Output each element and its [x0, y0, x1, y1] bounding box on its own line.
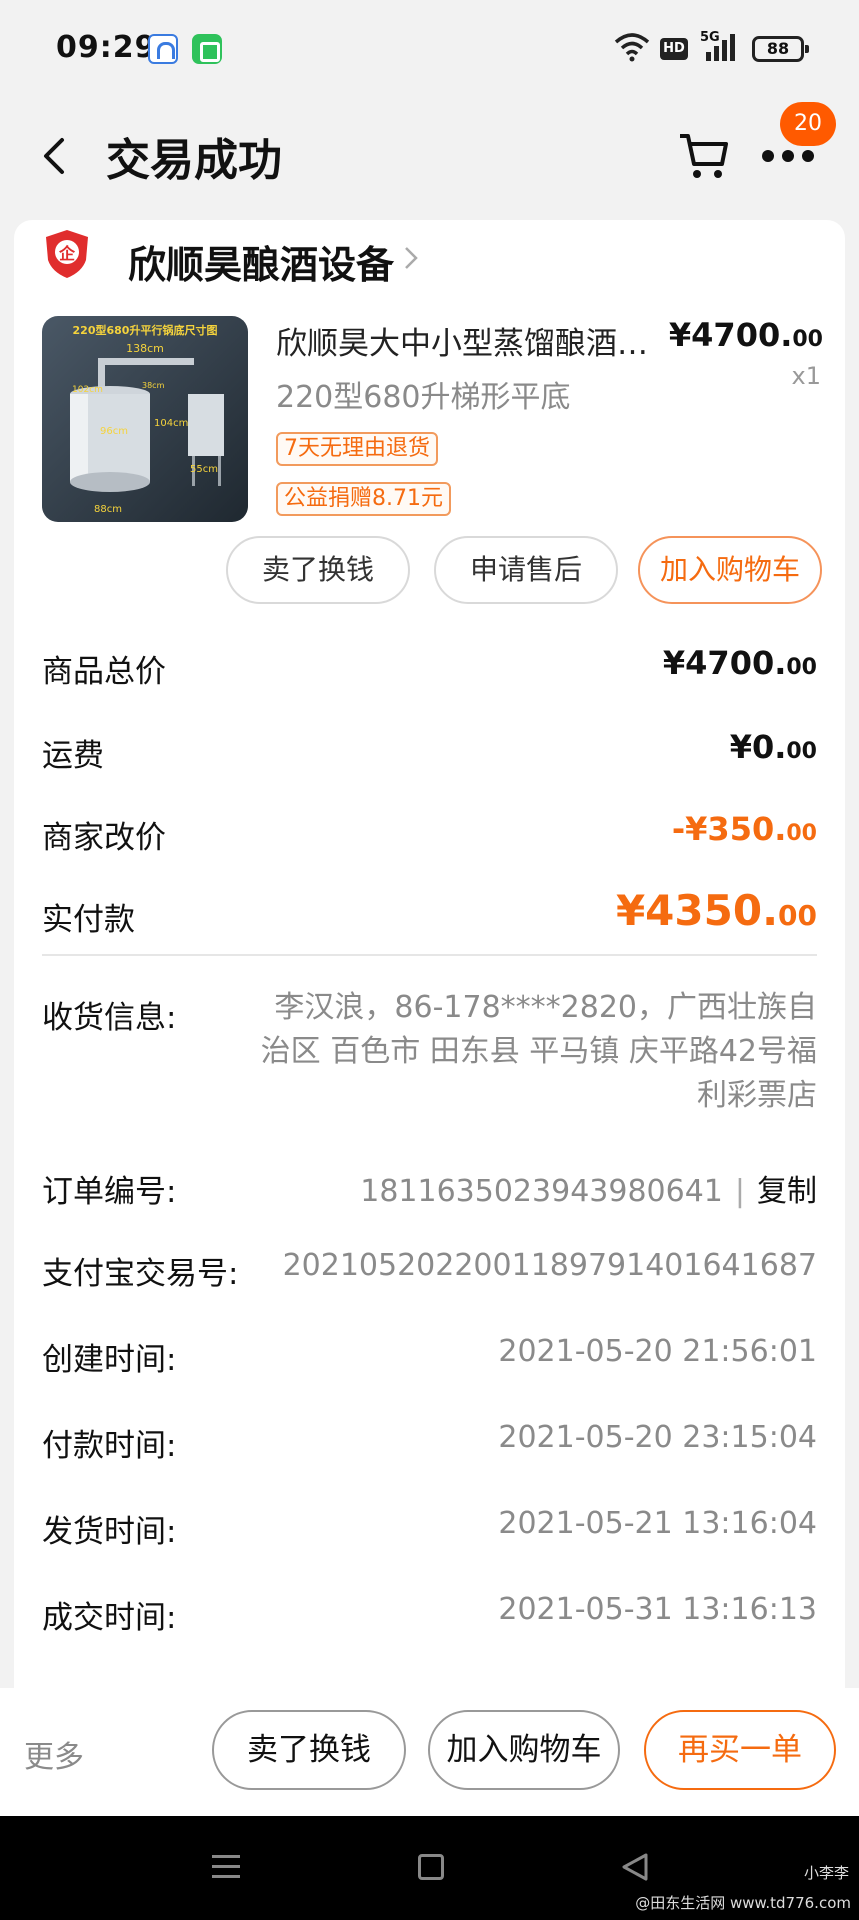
total-price-row: 商品总价 ¥4700.00: [42, 636, 817, 696]
sell-bottom-button[interactable]: 卖了换钱: [212, 1710, 406, 1790]
price-adjust-row: 商家改价 -¥350.00: [42, 802, 817, 862]
home-icon[interactable]: [418, 1854, 444, 1880]
paid-time-value: 2021-05-20 23:15:04: [498, 1420, 817, 1455]
shop-shield-logo-icon: 企: [46, 230, 88, 278]
paid-time-label: 付款时间:: [42, 1428, 177, 1464]
status-bar: 09:29 HD 5G 88: [0, 0, 859, 100]
more-options-icon[interactable]: [760, 146, 816, 166]
price-adjust-label: 商家改价: [42, 820, 166, 856]
wechat-app-icon: [192, 34, 222, 64]
dim-label: 102cm: [72, 385, 103, 395]
address-label: 收货信息:: [42, 1000, 177, 1036]
order-number-row: 订单编号: 1811635023943980641 | 复制: [42, 1166, 817, 1210]
created-time-label: 创建时间:: [42, 1342, 177, 1378]
status-time: 09:29: [56, 30, 157, 65]
product-sku: 220型680升梯形平底: [276, 380, 571, 415]
more-link[interactable]: 更多: [24, 1732, 84, 1776]
shipping-label: 运费: [42, 738, 104, 774]
shop-name: 欣顺昊酿酒设备: [128, 243, 395, 287]
sell-button[interactable]: 卖了换钱: [226, 536, 410, 604]
add-to-cart-button[interactable]: 加入购物车: [638, 536, 822, 604]
header: 交易成功: [0, 100, 859, 218]
nav-back-icon[interactable]: [620, 1852, 650, 1882]
address-value: 李汉浪，86-178****2820，广西壮族自治区 百色市 田东县 平马镇 庆…: [260, 990, 817, 1113]
copy-button[interactable]: 复制: [757, 1174, 817, 1209]
total-price-value: ¥4700.00: [662, 644, 817, 682]
product-image[interactable]: 220型680升平行锅底尺寸图 138cm 104cm 96cm 55cm 88…: [42, 316, 248, 522]
closed-time-label: 成交时间:: [42, 1600, 177, 1636]
alipay-row: 支付宝交易号: 2021052022001189791401641687: [42, 1248, 817, 1292]
created-time-value: 2021-05-20 21:56:01: [498, 1334, 817, 1369]
dim-label: 55cm: [190, 464, 218, 475]
shipped-time-value: 2021-05-21 13:16:04: [498, 1506, 817, 1541]
map-app-icon: [148, 34, 178, 64]
return-policy-tag: 7天无理由退货: [276, 432, 438, 466]
order-number-value: 1811635023943980641 | 复制: [360, 1174, 817, 1209]
paid-amount-label: 实付款: [42, 902, 135, 938]
product-quantity: x1: [791, 362, 821, 390]
paid-time-row: 付款时间: 2021-05-20 23:15:04: [42, 1420, 817, 1464]
watermark-user: 小李李: [803, 1864, 849, 1882]
order-number-label: 订单编号:: [42, 1174, 177, 1210]
price-adjust-value: -¥350.00: [671, 810, 817, 848]
signal-icon: [706, 34, 735, 61]
product-title[interactable]: 欣顺昊大中小型蒸馏酿酒…: [276, 318, 676, 363]
chevron-right-icon: [405, 247, 418, 269]
shipping-row: 运费 ¥0.00: [42, 720, 817, 780]
battery-icon: 88: [752, 36, 809, 62]
hd-icon: HD: [660, 38, 688, 60]
created-time-row: 创建时间: 2021-05-20 21:56:01: [42, 1334, 817, 1378]
notification-badge: 20: [780, 102, 836, 146]
closed-time-value: 2021-05-31 13:16:13: [498, 1592, 817, 1627]
image-caption: 220型680升平行锅底尺寸图: [73, 323, 218, 337]
shipped-time-label: 发货时间:: [42, 1514, 177, 1550]
shipping-value: ¥0.00: [729, 728, 817, 766]
system-nav-bar: 小李李 @田东生活网 www.td776.com: [0, 1816, 859, 1920]
wifi-icon: [614, 33, 650, 62]
dim-label: 88cm: [94, 504, 122, 515]
dim-label: 38cm: [142, 381, 165, 390]
watermark-site: @田东生活网 www.td776.com: [635, 1894, 851, 1912]
dim-label: 96cm: [100, 426, 128, 437]
still-diagram: 220型680升平行锅底尺寸图 138cm 104cm 96cm 55cm 88…: [70, 323, 224, 515]
paid-amount-row: 实付款 ¥4350.00: [42, 884, 817, 944]
alipay-label: 支付宝交易号:: [42, 1256, 239, 1292]
dim-label: 138cm: [126, 342, 164, 355]
paid-amount-value: ¥4350.00: [615, 886, 817, 935]
back-arrow-icon[interactable]: [40, 136, 68, 176]
rebuy-button[interactable]: 再买一单: [644, 1710, 836, 1790]
menu-icon[interactable]: [212, 1852, 240, 1882]
shop-logo-text: 企: [58, 244, 76, 263]
shop-row[interactable]: 企 欣顺昊酿酒设备: [44, 224, 804, 288]
after-sales-button[interactable]: 申请售后: [434, 536, 618, 604]
charity-tag: 公益捐赠8.71元: [276, 482, 451, 516]
address-row: 收货信息: 李汉浪，86-178****2820，广西壮族自治区 百色市 田东县…: [42, 990, 817, 1132]
dim-label: 104cm: [154, 418, 188, 429]
cart-icon[interactable]: [678, 128, 730, 182]
order-card: 企 欣顺昊酿酒设备 220型680升平行锅底尺寸图 138cm 104cm 96…: [14, 220, 845, 1700]
add-cart-bottom-button[interactable]: 加入购物车: [428, 1710, 620, 1790]
divider: [42, 954, 817, 956]
product-price: ¥4700.00: [668, 316, 823, 354]
total-price-label: 商品总价: [42, 654, 166, 690]
page-title: 交易成功: [106, 135, 282, 186]
shipped-time-row: 发货时间: 2021-05-21 13:16:04: [42, 1506, 817, 1550]
closed-time-row: 成交时间: 2021-05-31 13:16:13: [42, 1592, 817, 1636]
alipay-value: 2021052022001189791401641687: [282, 1248, 817, 1283]
bottom-action-bar: 更多 卖了换钱 加入购物车 再买一单: [0, 1688, 859, 1816]
